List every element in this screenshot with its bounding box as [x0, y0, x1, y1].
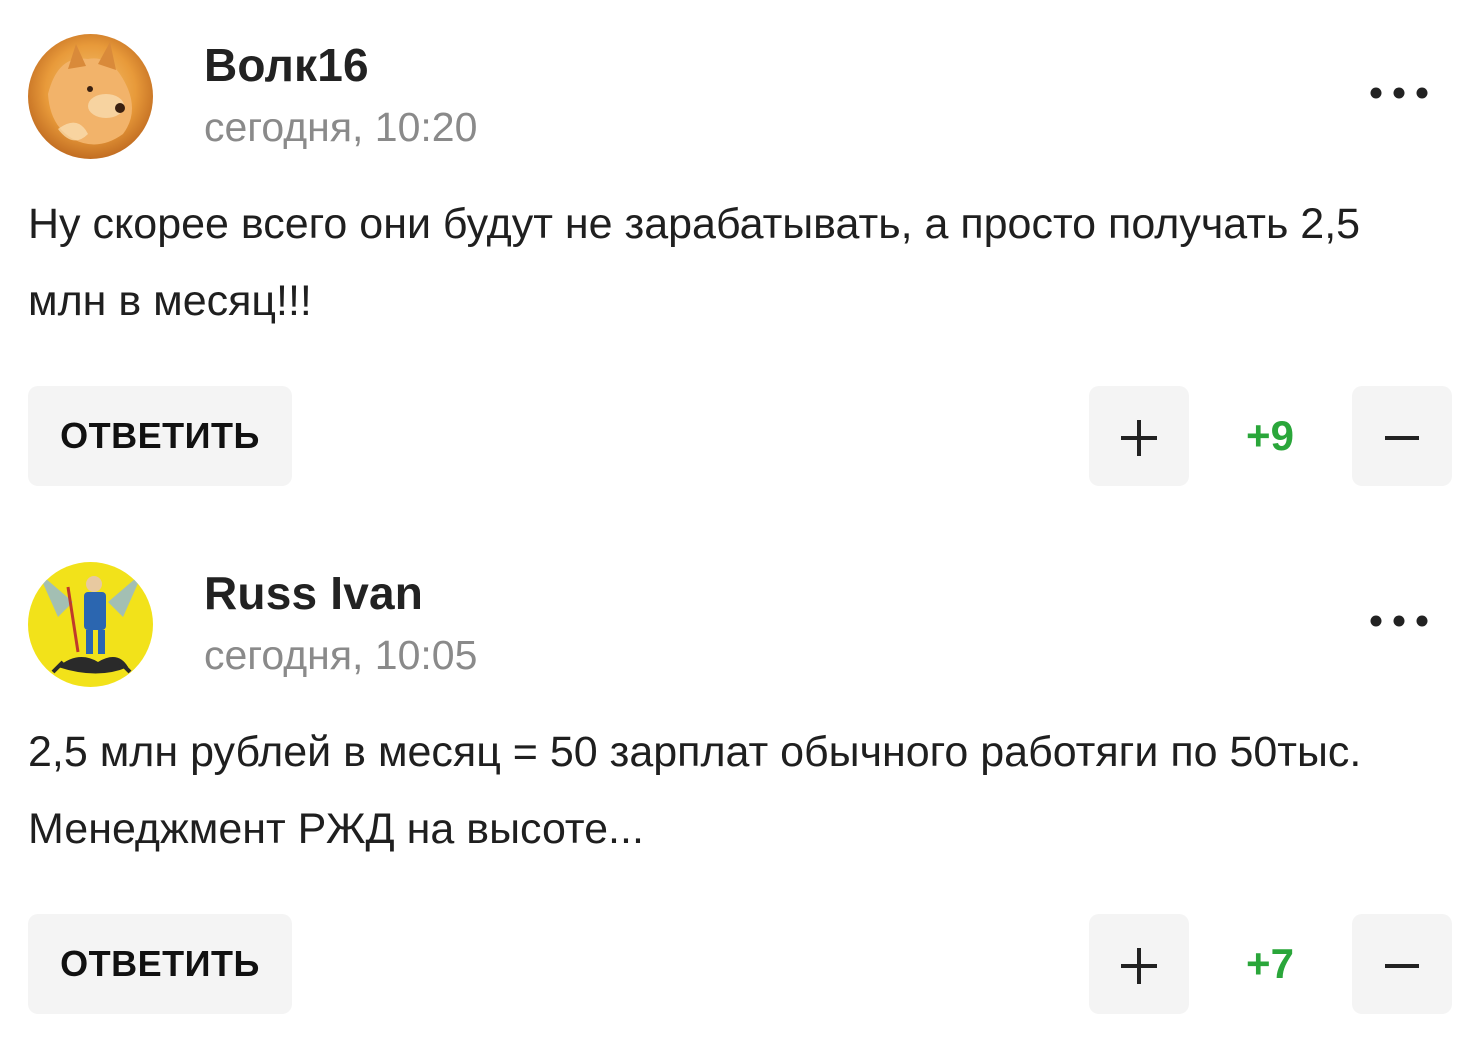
coat-of-arms-avatar-icon: [28, 562, 153, 687]
user-avatar[interactable]: [28, 34, 153, 159]
comment-author[interactable]: Russ Ivan: [204, 566, 423, 620]
minus-icon: [1385, 964, 1419, 968]
more-options-button[interactable]: [1362, 598, 1436, 642]
upvote-button[interactable]: [1089, 914, 1189, 1014]
vote-score: +9: [1246, 412, 1294, 459]
upvote-button[interactable]: [1089, 386, 1189, 486]
comment-timestamp: сегодня, 10:05: [204, 632, 478, 678]
minus-icon: [1385, 436, 1419, 440]
reply-button[interactable]: ОТВЕТИТЬ: [28, 914, 292, 1014]
plus-icon: [1121, 420, 1157, 456]
comment-timestamp: сегодня, 10:20: [204, 104, 478, 150]
vote-score: +7: [1246, 940, 1294, 987]
reply-button[interactable]: ОТВЕТИТЬ: [28, 386, 292, 486]
wolf-photo-avatar-icon: [28, 34, 153, 159]
comment-text: 2,5 млн рублей в месяц = 50 зарплат обыч…: [28, 728, 1362, 853]
downvote-button[interactable]: [1352, 386, 1452, 486]
plus-icon: [1121, 948, 1157, 984]
comment-item: Russ Ivan сегодня, 10:05 2,5 млн рублей …: [0, 528, 1460, 1056]
comment-author[interactable]: Волк16: [204, 38, 369, 92]
user-avatar[interactable]: [28, 562, 153, 687]
downvote-button[interactable]: [1352, 914, 1452, 1014]
more-dots-icon: [1370, 615, 1428, 627]
more-options-button[interactable]: [1362, 70, 1436, 114]
comment-item: Волк16 сегодня, 10:20 Ну скорее всего он…: [0, 0, 1460, 528]
more-dots-icon: [1370, 87, 1428, 99]
comment-text: Ну скорее всего они будут не зарабатыват…: [28, 200, 1361, 325]
